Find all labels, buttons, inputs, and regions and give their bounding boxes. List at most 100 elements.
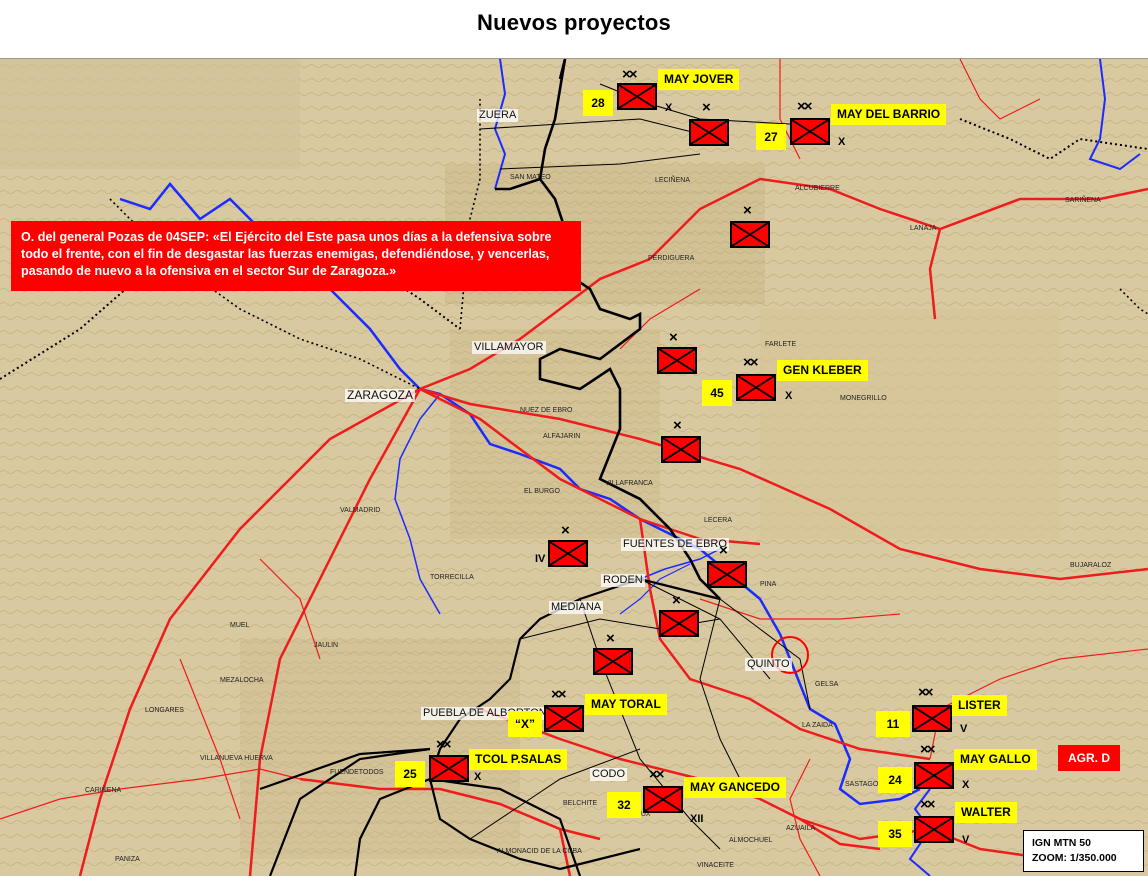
place-label: VILLAFRANCA (605, 480, 653, 487)
unit-number-label: 27 (756, 124, 786, 150)
infantry-unit-icon[interactable] (643, 786, 683, 813)
place-label: ALMONACID DE LA CUBA (497, 848, 582, 855)
place-label: JAULIN (314, 642, 339, 649)
town-zuera: ZUERA (477, 109, 519, 122)
place-label: ALMOCHUEL (729, 837, 773, 844)
unit-number-label: 32 (607, 792, 641, 818)
infantry-unit-icon[interactable] (593, 648, 633, 675)
place-label: PINA (760, 581, 777, 588)
town-fuentes-de-ebro: FUENTES DE EBRO (621, 538, 729, 551)
place-label: SAN MATEO (510, 174, 551, 181)
place-label: FARLETE (765, 341, 797, 348)
infantry-unit-icon[interactable] (657, 347, 697, 374)
infantry-unit-icon[interactable] (914, 816, 954, 843)
unit-number-label: 24 (878, 767, 912, 793)
unit-echelon: ×× (797, 98, 812, 115)
place-label: ALFAJARIN (543, 433, 581, 440)
unit-name-label: MAY JOVER (658, 69, 740, 90)
unit-echelon: ×× (551, 686, 566, 703)
infantry-unit-icon[interactable] (661, 436, 701, 463)
place-label: MEZALOCHA (220, 677, 264, 684)
scale-zoom: ZOOM: 1/350.000 (1032, 852, 1117, 864)
place-label: LECERA (704, 517, 733, 524)
unit-size-label: V (962, 834, 970, 846)
place-label: LANAJA (910, 225, 937, 232)
map-area[interactable]: ZARAGOZA VILLAMAYOR FUENTES DE EBRO QUIN… (0, 58, 1148, 876)
town-quinto: QUINTO (745, 658, 792, 671)
unit-echelon: ×× (649, 766, 664, 783)
place-label: GELSA (815, 681, 839, 688)
place-label: FUENDETODOS (330, 769, 384, 776)
unit-echelon: ×× (436, 736, 451, 753)
town-roden: RODEN (601, 574, 645, 587)
order-text-box: O. del general Pozas de 04SEP: «El Ejérc… (11, 221, 581, 291)
scale-source: IGN MTN 50 (1032, 837, 1091, 849)
infantry-unit-icon[interactable] (912, 705, 952, 732)
infantry-unit-icon[interactable] (730, 221, 770, 248)
place-label: AZUAILA (786, 825, 816, 832)
place-label: VILLANUEVA HUERVA (200, 755, 273, 762)
place-label: NUEZ DE EBRO (520, 407, 573, 414)
place-label: VALMADRID (340, 507, 381, 514)
unit-name-label: WALTER (955, 802, 1017, 823)
place-label: LA ZAIDA (802, 722, 833, 729)
unit-name-label: MAY GALLO (954, 749, 1037, 770)
unit-number-label: “X” (508, 711, 542, 737)
unit-echelon: ×× (920, 796, 935, 813)
place-label: ALCUBIERRE (795, 185, 840, 192)
unit-number-label: 35 (878, 821, 912, 847)
infantry-unit-icon[interactable] (548, 540, 588, 567)
unit-echelon: ×× (743, 354, 758, 371)
place-label: TORRECILLA (430, 574, 474, 581)
unit-echelon: ×× (622, 66, 637, 83)
town-villamayor: VILLAMAYOR (472, 341, 546, 354)
unit-echelon: × (673, 417, 682, 434)
place-label: SARIÑENA (1065, 197, 1101, 204)
unit-echelon: ×× (920, 741, 935, 758)
infantry-unit-icon[interactable] (736, 374, 776, 401)
place-label: SASTAGO (845, 781, 879, 788)
place-label: CARIÑENA (85, 787, 122, 794)
infantry-unit-icon[interactable] (659, 610, 699, 637)
unit-echelon: × (561, 522, 570, 539)
town-zaragoza: ZARAGOZA (345, 388, 416, 402)
infantry-unit-icon[interactable] (707, 561, 747, 588)
infantry-unit-icon[interactable] (544, 705, 584, 732)
infantry-unit-icon[interactable] (429, 755, 469, 782)
page-title: Nuevos proyectos (477, 10, 671, 35)
unit-name-label: MAY GANCEDO (684, 777, 787, 798)
infantry-unit-icon[interactable] (790, 118, 830, 145)
town-mediana: MEDIANA (549, 601, 604, 614)
unit-size-label: X (474, 771, 482, 783)
unit-number-label: 25 (395, 761, 425, 787)
unit-size-label: X (665, 102, 673, 114)
unit-number-label: 28 (583, 90, 613, 116)
place-label: MONEGRILLO (840, 395, 887, 402)
unit-size-label: XII (690, 813, 704, 825)
place-label: LONGARES (145, 707, 184, 714)
town-codo: CODO (590, 768, 627, 781)
unit-echelon: × (719, 542, 728, 559)
scale-box: IGN MTN 50 ZOOM: 1/350.000 (1023, 830, 1144, 872)
place-label: MUEL (230, 622, 250, 629)
place-label: BUJARALOZ (1070, 562, 1112, 569)
unit-echelon: × (669, 329, 678, 346)
unit-size-label: IV (535, 553, 546, 565)
place-label: PANIZA (115, 856, 140, 863)
infantry-unit-icon[interactable] (689, 119, 729, 146)
unit-number-label: 45 (702, 380, 732, 406)
unit-name-label: TCOL P.SALAS (469, 749, 568, 770)
unit-name-label: MAY DEL BARRIO (831, 104, 947, 125)
place-label: BELCHITE (563, 800, 598, 807)
unit-number-label: 11 (876, 711, 910, 737)
unit-name-label: LISTER (952, 695, 1007, 716)
place-label: LECIÑENA (655, 177, 691, 184)
unit-name-label: MAY TORAL (585, 694, 667, 715)
infantry-unit-icon[interactable] (617, 83, 657, 110)
unit-size-label: X (962, 779, 970, 791)
infantry-unit-icon[interactable] (914, 762, 954, 789)
unit-echelon: ×× (918, 684, 933, 701)
place-label: EL BURGO (524, 488, 560, 495)
unit-echelon: × (606, 630, 615, 647)
unit-echelon: × (702, 99, 711, 116)
